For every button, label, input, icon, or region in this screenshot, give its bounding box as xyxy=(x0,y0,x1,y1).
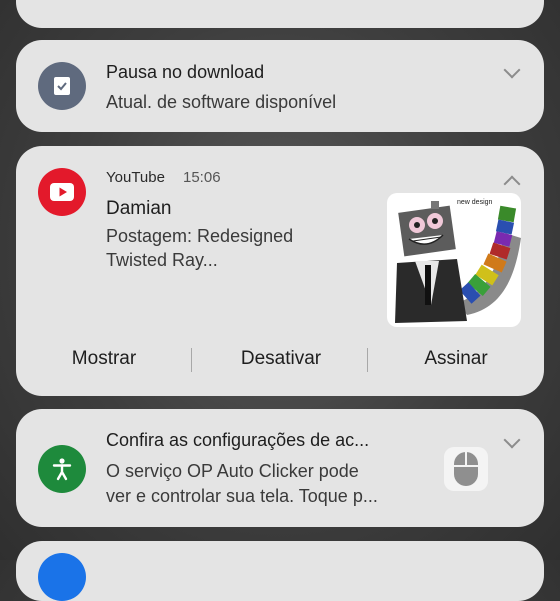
download-icon xyxy=(38,62,86,110)
app-icon-partial xyxy=(38,553,86,601)
notification-youtube[interactable]: YouTube 15:06 Damian Postagem: Redesigne… xyxy=(16,146,544,396)
notification-body: Atual. de software disponível xyxy=(106,92,337,112)
notification-body-line2: ver e controlar sua tela. Toque p... xyxy=(106,486,378,506)
notification-body-line1: O serviço OP Auto Clicker pode xyxy=(106,461,359,481)
action-divider xyxy=(367,348,368,372)
notification-card-partial-top[interactable] xyxy=(16,0,544,28)
notification-accessibility[interactable]: Confira as configurações de ac... O serv… xyxy=(16,409,544,527)
post-thumbnail[interactable]: new design xyxy=(387,193,521,327)
timestamp: 15:06 xyxy=(183,169,221,186)
collapse-chevron-icon[interactable] xyxy=(503,175,521,193)
app-name: YouTube xyxy=(106,169,165,186)
notification-card-partial-bottom[interactable] xyxy=(16,541,544,601)
action-show-button[interactable]: Mostrar xyxy=(64,348,144,370)
notification-body-line1: Postagem: Redesigned xyxy=(106,226,294,246)
thumbnail-caption: new design xyxy=(457,199,493,206)
action-divider xyxy=(191,348,192,372)
mouse-icon xyxy=(444,447,488,491)
action-subscribe-button[interactable]: Assinar xyxy=(411,348,501,370)
youtube-icon xyxy=(38,168,86,216)
notification-title: Confira as configurações de ac... xyxy=(106,430,370,450)
action-disable-button[interactable]: Desativar xyxy=(226,348,336,370)
notification-title: Damian xyxy=(106,198,172,219)
notification-software-update[interactable]: Pausa no download Atual. de software dis… xyxy=(16,40,544,132)
expand-chevron-icon[interactable] xyxy=(503,61,521,79)
notification-body-line2: Twisted Ray... xyxy=(106,250,218,270)
expand-chevron-icon[interactable] xyxy=(503,431,521,449)
notification-title: Pausa no download xyxy=(106,62,265,82)
accessibility-icon xyxy=(38,445,86,493)
